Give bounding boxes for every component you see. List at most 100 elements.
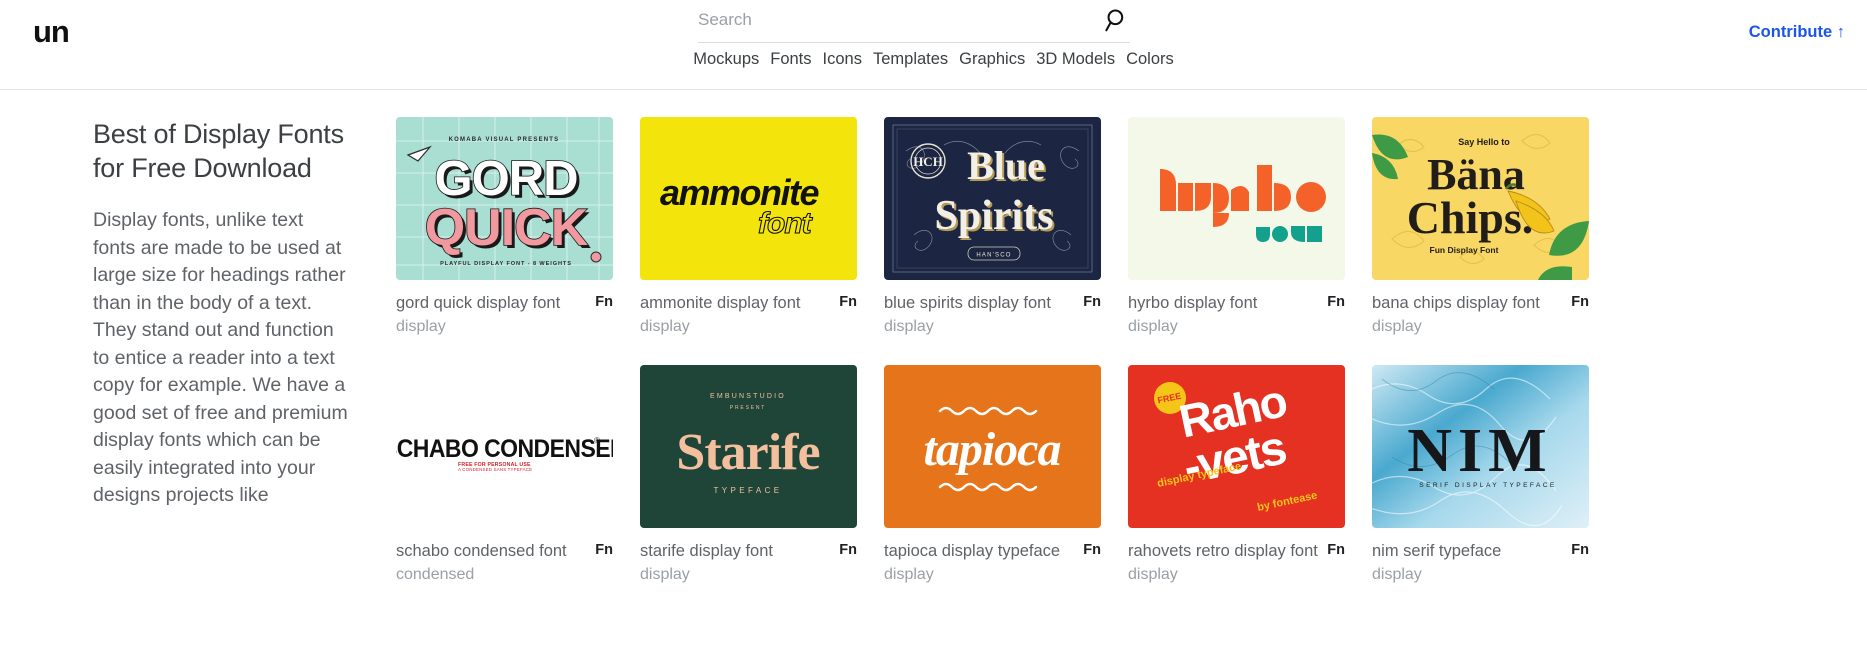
svg-text:Spirits: Spirits: [934, 193, 1053, 239]
svg-text:GORD: GORD: [435, 152, 578, 206]
svg-text:Blue: Blue: [967, 143, 1045, 188]
card-title[interactable]: nim serif typeface: [1372, 540, 1501, 562]
card-tag[interactable]: display: [1372, 564, 1589, 586]
card-gord-quick: KOMABA VISUAL PRESENTS GORD GORD QUICK Q…: [396, 117, 613, 338]
fn-badge[interactable]: Fn: [1571, 542, 1589, 558]
svg-text:Fun Display Font: Fun Display Font: [1430, 245, 1499, 255]
nim-artwork: NIM SERIF DISPLAY TYPEFACE: [1372, 365, 1589, 528]
thumbnail-gord-quick[interactable]: KOMABA VISUAL PRESENTS GORD GORD QUICK Q…: [396, 117, 613, 280]
card-title[interactable]: rahovets retro display font: [1128, 540, 1318, 562]
search-bar: [698, 0, 1130, 43]
card-title[interactable]: schabo condensed font: [396, 540, 567, 562]
svg-text:tapioca: tapioca: [924, 423, 1061, 476]
svg-text:®: ®: [594, 436, 600, 445]
card-hyrbo: hyrbo display font Fn display: [1128, 117, 1345, 338]
card-tag[interactable]: display: [1372, 316, 1589, 338]
search-row: [698, 0, 1130, 43]
svg-text:Say Hello to: Say Hello to: [1458, 137, 1510, 147]
fn-badge[interactable]: Fn: [1327, 294, 1345, 310]
card-caption: schabo condensed font Fn: [396, 540, 613, 562]
card-caption: gord quick display font Fn: [396, 292, 613, 314]
thumbnail-bana-chips[interactable]: Say Hello to Bäna Chips. Fun Display Fon…: [1372, 117, 1589, 280]
rahovets-artwork: FREE Raho -vets display typeface by font…: [1128, 365, 1345, 528]
thumbnail-ammonite[interactable]: ammonite font: [640, 117, 857, 280]
svg-text:QUICK: QUICK: [425, 199, 589, 257]
card-caption: ammonite display font Fn: [640, 292, 857, 314]
svg-text:font: font: [758, 207, 814, 240]
main-nav: Mockups Fonts Icons Templates Graphics 3…: [0, 50, 1867, 69]
card-title[interactable]: hyrbo display font: [1128, 292, 1257, 314]
card-tag[interactable]: display: [396, 316, 613, 338]
starife-artwork: EMBUNSTUDIO PRESENT Starife TYPEFACE: [640, 365, 857, 528]
fn-badge[interactable]: Fn: [839, 542, 857, 558]
nav-item-3d-models[interactable]: 3D Models: [1036, 50, 1115, 69]
card-nim: NIM SERIF DISPLAY TYPEFACE nim serif typ…: [1372, 365, 1589, 586]
card-grid: KOMABA VISUAL PRESENTS GORD GORD QUICK Q…: [370, 117, 1867, 586]
svg-text:SERIF DISPLAY TYPEFACE: SERIF DISPLAY TYPEFACE: [1419, 482, 1556, 489]
card-title[interactable]: starife display font: [640, 540, 773, 562]
nav-item-mockups[interactable]: Mockups: [693, 50, 759, 69]
nav-item-icons[interactable]: Icons: [823, 50, 862, 69]
card-schabo-condensed: SCHABO CONDENSED ® FREE FOR PERSONAL USE…: [396, 365, 613, 586]
search-input[interactable]: [698, 10, 1104, 30]
page-description: Display fonts, unlike text fonts are mad…: [93, 209, 348, 506]
svg-text:HAN'SCO: HAN'SCO: [976, 253, 1011, 259]
card-row: KOMABA VISUAL PRESENTS GORD GORD QUICK Q…: [396, 117, 1867, 338]
card-title[interactable]: blue spirits display font: [884, 292, 1051, 314]
blue-spirits-artwork: HCH Blue Blue Spirits Spirits HAN'SCO: [884, 117, 1101, 280]
card-title[interactable]: tapioca display typeface: [884, 540, 1060, 562]
search-icon[interactable]: [1104, 7, 1130, 33]
nav-item-colors[interactable]: Colors: [1126, 50, 1174, 69]
card-title[interactable]: bana chips display font: [1372, 292, 1540, 314]
fn-badge[interactable]: Fn: [1083, 542, 1101, 558]
card-tag[interactable]: condensed: [396, 564, 613, 586]
card-caption: blue spirits display font Fn: [884, 292, 1101, 314]
card-tag[interactable]: display: [884, 564, 1101, 586]
thumbnail-hyrbo[interactable]: [1128, 117, 1345, 280]
card-title[interactable]: ammonite display font: [640, 292, 801, 314]
sidebar: Best of Display Fonts for Free Download …: [0, 117, 370, 586]
card-tag[interactable]: display: [640, 316, 857, 338]
tapioca-artwork: tapioca: [884, 365, 1101, 528]
fn-badge[interactable]: Fn: [595, 542, 613, 558]
gord-quick-artwork: KOMABA VISUAL PRESENTS GORD GORD QUICK Q…: [396, 117, 613, 280]
svg-text:KOMABA VISUAL PRESENTS: KOMABA VISUAL PRESENTS: [449, 137, 560, 143]
svg-text:PLAYFUL DISPLAY FONT - 8 WEIGH: PLAYFUL DISPLAY FONT - 8 WEIGHTS: [440, 261, 572, 267]
schabo-artwork: SCHABO CONDENSED ® FREE FOR PERSONAL USE…: [396, 365, 613, 528]
card-caption: bana chips display font Fn: [1372, 292, 1589, 314]
thumbnail-blue-spirits[interactable]: HCH Blue Blue Spirits Spirits HAN'SCO: [884, 117, 1101, 280]
card-tag[interactable]: display: [640, 564, 857, 586]
card-tag[interactable]: display: [884, 316, 1101, 338]
svg-text:A CONDENSED SANS TYPEFACE: A CONDENSED SANS TYPEFACE: [458, 467, 532, 472]
card-starife: EMBUNSTUDIO PRESENT Starife TYPEFACE sta…: [640, 365, 857, 586]
card-tag[interactable]: display: [1128, 316, 1345, 338]
thumbnail-rahovets[interactable]: FREE Raho -vets display typeface by font…: [1128, 365, 1345, 528]
card-ammonite: ammonite font ammonite display font Fn d…: [640, 117, 857, 338]
fn-badge[interactable]: Fn: [1083, 294, 1101, 310]
site-logo[interactable]: un: [33, 16, 70, 47]
thumbnail-nim[interactable]: NIM SERIF DISPLAY TYPEFACE: [1372, 365, 1589, 528]
card-row: SCHABO CONDENSED ® FREE FOR PERSONAL USE…: [396, 365, 1867, 586]
svg-text:HCH: HCH: [913, 154, 943, 169]
main-content: Best of Display Fonts for Free Download …: [0, 90, 1867, 586]
nav-item-fonts[interactable]: Fonts: [770, 50, 811, 69]
card-tapioca: tapioca tapioca display typeface Fn disp…: [884, 365, 1101, 586]
card-tag[interactable]: display: [1128, 564, 1345, 586]
card-caption: rahovets retro display font Fn: [1128, 540, 1345, 562]
nav-item-graphics[interactable]: Graphics: [959, 50, 1025, 69]
nav-item-templates[interactable]: Templates: [873, 50, 948, 69]
thumbnail-schabo-condensed[interactable]: SCHABO CONDENSED ® FREE FOR PERSONAL USE…: [396, 365, 613, 528]
card-caption: nim serif typeface Fn: [1372, 540, 1589, 562]
thumbnail-tapioca[interactable]: tapioca: [884, 365, 1101, 528]
thumbnail-starife[interactable]: EMBUNSTUDIO PRESENT Starife TYPEFACE: [640, 365, 857, 528]
contribute-link[interactable]: Contribute ↑: [1749, 23, 1845, 42]
fn-badge[interactable]: Fn: [839, 294, 857, 310]
card-caption: starife display font Fn: [640, 540, 857, 562]
fn-badge[interactable]: Fn: [595, 294, 613, 310]
fn-badge[interactable]: Fn: [1327, 542, 1345, 558]
svg-text:NIM: NIM: [1407, 417, 1552, 485]
card-title[interactable]: gord quick display font: [396, 292, 560, 314]
hyrbo-artwork: [1128, 117, 1345, 280]
fn-badge[interactable]: Fn: [1571, 294, 1589, 310]
card-blue-spirits: HCH Blue Blue Spirits Spirits HAN'SCO bl…: [884, 117, 1101, 338]
